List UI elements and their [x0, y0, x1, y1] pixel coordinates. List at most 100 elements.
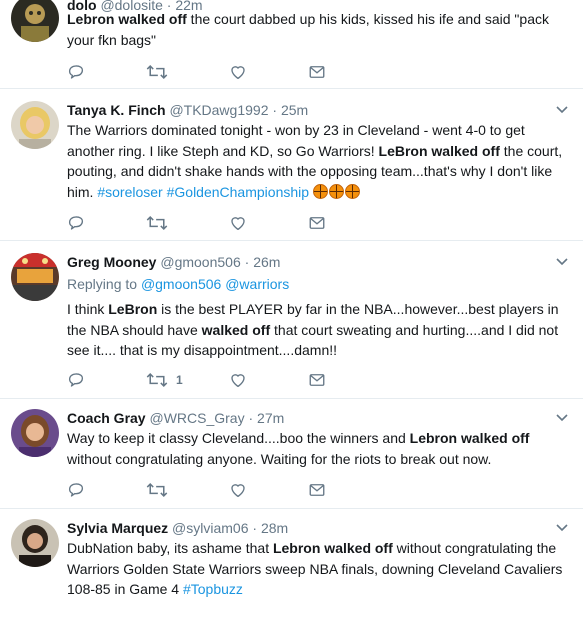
tweet-header: Coach Gray @WRCS_Gray · 27m [67, 409, 543, 427]
highlighted-term: walked off [201, 321, 271, 338]
author-handle[interactable]: @gmoon506 [160, 254, 240, 270]
chevron-down-icon [556, 101, 568, 119]
avatar[interactable] [11, 0, 59, 42]
timestamp[interactable]: 26m [253, 254, 280, 270]
tweet-actions [67, 63, 367, 83]
like-button[interactable] [229, 214, 247, 232]
like-button[interactable] [229, 371, 247, 389]
like-button[interactable] [229, 481, 247, 499]
direct-message-button[interactable] [308, 214, 326, 232]
author-name[interactable]: Sylvia Marquez [67, 520, 168, 536]
tweet[interactable]: Sylvia Marquez @sylviam06 · 28m DubNatio… [0, 509, 583, 619]
heart-icon [229, 63, 247, 81]
separator: · [248, 410, 254, 426]
envelope-icon [308, 371, 326, 389]
tweet-text: Lebron walked off the court dabbed up hi… [67, 9, 575, 50]
separator: · [272, 102, 278, 118]
highlighted-term: LeBron walked off [378, 142, 500, 159]
highlighted-term: LeBron [108, 301, 158, 317]
tweet[interactable]: Coach Gray @WRCS_Gray · 27m Way to keep … [0, 399, 583, 509]
avatar[interactable] [11, 101, 59, 149]
envelope-icon [308, 63, 326, 81]
author-handle[interactable]: @sylviam06 [172, 520, 248, 536]
hashtag-link[interactable]: #Topbuzz [183, 581, 243, 597]
retweet-icon [146, 481, 168, 499]
text-run: I think [67, 301, 109, 317]
tweet-actions: 1 [67, 371, 367, 391]
tweet-actions [67, 481, 367, 501]
tweet-text: Way to keep it classy Cleveland....boo t… [67, 428, 575, 469]
tweet-feed: dolo @dolosite · 22m Lebron walked off t… [0, 0, 583, 619]
author-name[interactable]: Greg Mooney [67, 254, 156, 270]
tweet-text: The Warriors dominated tonight - won by … [67, 120, 575, 202]
author-name[interactable]: Tanya K. Finch [67, 102, 166, 118]
reply-button[interactable] [67, 481, 85, 499]
chevron-down-icon [556, 519, 568, 537]
reply-icon [67, 214, 85, 232]
more-options-button[interactable] [555, 103, 569, 117]
hashtag-link[interactable]: #GoldenChampionship [167, 184, 309, 200]
heart-icon [229, 371, 247, 389]
highlighted-term: Lebron walked off [67, 11, 187, 27]
basketball-icon [312, 183, 328, 199]
timestamp[interactable]: 25m [281, 102, 308, 118]
highlighted-term: Lebron walked off [409, 430, 530, 446]
retweet-icon [146, 371, 168, 389]
reply-icon [67, 63, 85, 81]
more-options-button[interactable] [555, 411, 569, 425]
reply-icon [67, 481, 85, 499]
tweet-header: Tanya K. Finch @TKDawg1992 · 25m [67, 101, 543, 119]
direct-message-button[interactable] [308, 63, 326, 81]
heart-icon [229, 214, 247, 232]
tweet-actions [67, 214, 367, 234]
text-run: Way to keep it classy Cleveland....boo t… [67, 430, 410, 446]
envelope-icon [308, 481, 326, 499]
retweet-count: 1 [176, 373, 183, 387]
tweet-header: Greg Mooney @gmoon506 · 26m [67, 253, 543, 271]
separator: · [244, 254, 250, 270]
chevron-down-icon [556, 253, 568, 271]
reply-icon [67, 371, 85, 389]
tweet-header: Sylvia Marquez @sylviam06 · 28m [67, 519, 543, 537]
reply-button[interactable] [67, 214, 85, 232]
tweet[interactable]: Tanya K. Finch @TKDawg1992 · 25m The War… [0, 89, 583, 241]
direct-message-button[interactable] [308, 481, 326, 499]
reply-button[interactable] [67, 371, 85, 389]
heart-icon [229, 481, 247, 499]
replying-to-label: Replying to [67, 276, 141, 292]
text-run: without congratulating anyone. Waiting f… [67, 450, 492, 467]
tweet-text: I think LeBron is the best PLAYER by far… [67, 299, 575, 361]
tweet[interactable]: dolo @dolosite · 22m Lebron walked off t… [0, 0, 583, 89]
chevron-down-icon [556, 409, 568, 427]
more-options-button[interactable] [555, 521, 569, 535]
basketball-icon [344, 183, 360, 199]
retweet-icon [146, 214, 168, 232]
retweet-icon [146, 63, 168, 81]
author-handle[interactable]: @TKDawg1992 [169, 102, 268, 118]
tweet[interactable]: Greg Mooney @gmoon506 · 26m Replying to … [0, 241, 583, 399]
reply-mention-link[interactable]: @gmoon506 [141, 276, 221, 292]
text-run: DubNation baby, its ashame that [67, 540, 273, 556]
author-handle[interactable]: @WRCS_Gray [149, 410, 244, 426]
reply-mention-link[interactable]: @warriors [225, 276, 289, 292]
avatar[interactable] [11, 409, 59, 457]
timestamp[interactable]: 28m [261, 520, 288, 536]
author-name[interactable]: Coach Gray [67, 410, 146, 426]
reply-button[interactable] [67, 63, 85, 81]
replying-to: Replying to @gmoon506 @warriors [67, 274, 575, 295]
retweet-button[interactable]: 1 [146, 371, 183, 389]
retweet-button[interactable] [146, 63, 168, 81]
avatar[interactable] [11, 253, 59, 301]
timestamp[interactable]: 27m [257, 410, 284, 426]
like-button[interactable] [229, 63, 247, 81]
basketball-icon [328, 183, 344, 199]
more-options-button[interactable] [555, 255, 569, 269]
retweet-button[interactable] [146, 214, 168, 232]
envelope-icon [308, 214, 326, 232]
retweet-button[interactable] [146, 481, 168, 499]
tweet-text: DubNation baby, its ashame that Lebron w… [67, 538, 575, 600]
avatar[interactable] [11, 519, 59, 567]
hashtag-link[interactable]: #soreloser [97, 184, 162, 200]
highlighted-term: Lebron walked off [272, 540, 393, 556]
direct-message-button[interactable] [308, 371, 326, 389]
